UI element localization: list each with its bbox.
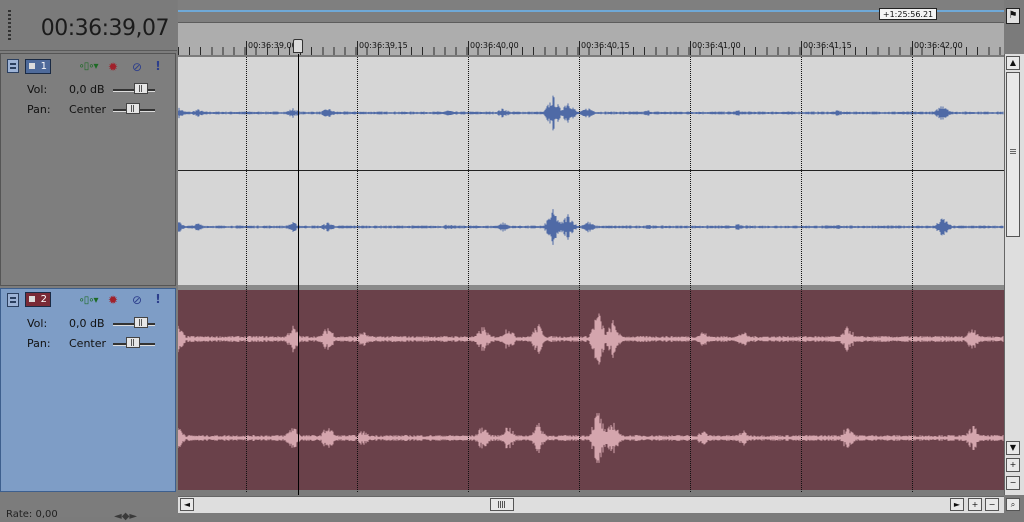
waveform-path	[178, 95, 1004, 131]
ruler-label: 00:36:40,00	[470, 41, 519, 50]
zoom-tool-icon[interactable]: ⌕	[1006, 498, 1020, 511]
ruler-major-tick	[912, 41, 913, 55]
ruler-major-tick	[801, 41, 802, 55]
ruler-label: 00:36:39,15	[359, 41, 408, 50]
track-header-2[interactable]: 2 ∘▯∘▾ ✹ ⊘ ! Vol: 0,0 dB Pan: Center	[0, 288, 176, 492]
pan-slider-thumb[interactable]	[126, 337, 140, 348]
ruler-label: 00:36:41,15	[803, 41, 852, 50]
grid-line	[690, 57, 691, 492]
pan-label: Pan:	[27, 103, 51, 116]
track-number: 1	[40, 61, 47, 72]
waveform-path	[178, 413, 1004, 463]
time-display: 00:36:39,07	[0, 0, 177, 51]
vol-label: Vol:	[27, 83, 48, 96]
ruler-label: 00:36:39,00	[248, 41, 297, 50]
ruler-major-tick	[579, 41, 580, 55]
ruler-major-tick	[690, 41, 691, 55]
track-number-badge: 2	[25, 292, 51, 307]
track-number: 2	[40, 294, 47, 305]
pan-label: Pan:	[27, 337, 51, 350]
track-minimize-button[interactable]	[7, 59, 19, 73]
exclamation-icon[interactable]: !	[151, 292, 165, 306]
waveform-layer	[178, 95, 1004, 463]
zoom-out-vertical-icon[interactable]: −	[1006, 476, 1020, 490]
waveform-path	[178, 209, 1004, 245]
vol-slider-thumb[interactable]	[134, 83, 148, 94]
zoom-in-vertical-icon[interactable]: +	[1006, 458, 1020, 472]
current-time-readout: 00:36:39,07	[40, 16, 170, 41]
track-minimize-button[interactable]	[7, 293, 19, 307]
scroll-left-icon[interactable]: ◄	[180, 498, 194, 511]
horizontal-scroll-thumb[interactable]	[490, 498, 514, 511]
grid-line	[579, 57, 580, 492]
ruler-major-tick	[357, 41, 358, 55]
scroll-up-icon[interactable]: ▲	[1006, 56, 1020, 70]
scroll-right-icon[interactable]: ►	[950, 498, 964, 511]
grid-line	[912, 57, 913, 492]
zoom-out-horizontal-icon[interactable]: −	[985, 498, 999, 511]
waveform-path	[178, 313, 1004, 365]
scroll-down-icon[interactable]: ▼	[1006, 441, 1020, 455]
vol-value: 0,0 dB	[69, 317, 105, 330]
track-number-badge: 1	[25, 59, 51, 74]
rate-readout: Rate: 0,00	[6, 509, 58, 520]
pan-value: Center	[69, 337, 107, 350]
track-header-1[interactable]: 1 ∘▯∘▾ ✹ ⊘ ! Vol: 0,0 dB Pan: Center	[0, 53, 176, 286]
vol-slider-thumb[interactable]	[134, 317, 148, 328]
grid-line	[357, 57, 358, 492]
panel-grip-handle[interactable]	[8, 10, 11, 42]
mute-icon[interactable]: ⊘	[130, 60, 144, 74]
flag-icon[interactable]: ⚑	[1006, 8, 1020, 24]
vol-label: Vol:	[27, 317, 48, 330]
vol-value: 0,0 dB	[69, 83, 105, 96]
end-time-marker[interactable]: +1:25:56.21	[879, 8, 937, 20]
horizontal-scrollbar[interactable]	[178, 496, 1004, 513]
grid-line	[246, 57, 247, 492]
track-color-swatch	[29, 296, 35, 302]
pan-slider-thumb[interactable]	[126, 103, 140, 114]
exclamation-icon[interactable]: !	[151, 59, 165, 73]
automation-envelope-icon[interactable]: ∘▯∘▾	[77, 294, 99, 308]
mute-icon[interactable]: ⊘	[130, 293, 144, 307]
ruler-major-tick	[468, 41, 469, 55]
ruler-label: 00:36:40,15	[581, 41, 630, 50]
playhead-cursor[interactable]	[298, 54, 299, 495]
gear-icon[interactable]: ✹	[106, 60, 120, 74]
track-color-swatch	[29, 63, 35, 69]
grid-line	[468, 57, 469, 492]
automation-envelope-icon[interactable]: ∘▯∘▾	[77, 60, 99, 74]
ruler-label: 00:36:41,00	[692, 41, 741, 50]
vertical-scroll-thumb[interactable]	[1006, 72, 1020, 237]
ruler-major-tick	[246, 41, 247, 55]
ruler-label: 00:36:42,00	[914, 41, 963, 50]
zoom-in-horizontal-icon[interactable]: +	[968, 498, 982, 511]
playhead-handle[interactable]	[293, 39, 303, 53]
grid-line	[801, 57, 802, 492]
pan-value: Center	[69, 103, 107, 116]
gear-icon[interactable]: ✹	[106, 293, 120, 307]
